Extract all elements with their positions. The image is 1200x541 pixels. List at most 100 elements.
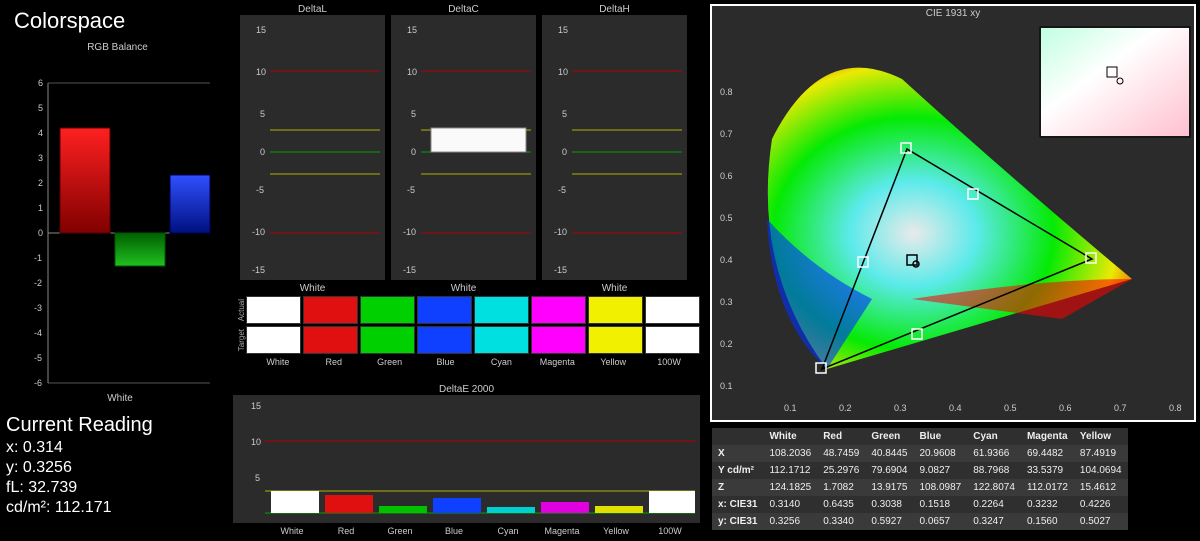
svg-text:0.4: 0.4 [720,255,733,265]
svg-text:10: 10 [256,67,266,77]
svg-text:-5: -5 [256,185,264,195]
svg-text:6: 6 [38,78,43,88]
deltae-label: White [265,526,319,536]
svg-text:0.6: 0.6 [1059,403,1072,413]
svg-text:0.4: 0.4 [949,403,962,413]
deltae-title: DeltaE 2000 [233,384,700,395]
swatch-label: Cyan [475,357,529,367]
svg-text:-2: -2 [34,278,42,288]
cie-title: CIE 1931 xy [712,8,1194,19]
svg-text:0.7: 0.7 [1114,403,1127,413]
swatch-row-actual: Actual [237,299,246,321]
svg-text:0.8: 0.8 [1169,403,1182,413]
svg-text:0: 0 [411,147,416,157]
svg-text:10: 10 [251,437,261,447]
deltah-chart: 15 10 5 0 -5 -10 -15 [542,15,687,280]
svg-text:-15: -15 [403,265,416,275]
svg-text:0.8: 0.8 [720,87,733,97]
deltae-label: Blue [427,526,481,536]
svg-text:5: 5 [411,109,416,119]
table-row: X108.203648.745940.844520.960861.936669.… [712,445,1128,462]
page-title: Colorspace [14,8,125,33]
svg-text:-10: -10 [554,227,567,237]
svg-text:5: 5 [255,473,260,483]
current-reading-title: Current Reading [6,414,153,437]
table-row: Z124.18251.708213.9175108.0987122.807411… [712,479,1128,496]
svg-text:White: White [107,393,133,404]
swatch-label: Magenta [530,357,584,367]
svg-text:-10: -10 [252,227,265,237]
deltal-chart: 15 10 5 0 -5 -10 -15 [240,15,385,280]
svg-text:-1: -1 [34,253,42,263]
svg-text:0.7: 0.7 [720,129,733,139]
deltae-label: Magenta [535,526,589,536]
rgb-bar-blue [170,175,210,233]
table-row: y: CIE310.32560.33400.59270.06570.32470.… [712,513,1128,530]
svg-text:0.6: 0.6 [720,171,733,181]
table-row: Y cd/m²112.171225.297679.69049.082788.79… [712,462,1128,479]
reading-cd: cd/m²: 112.171 [6,499,153,517]
svg-text:-10: -10 [403,227,416,237]
deltae-label: Cyan [481,526,535,536]
svg-text:-3: -3 [34,303,42,313]
swatch-row-target: Target [237,329,246,351]
svg-text:-5: -5 [34,353,42,363]
reading-y: y: 0.3256 [6,459,153,477]
reading-x: x: 0.314 [6,439,153,457]
svg-text:5: 5 [562,109,567,119]
svg-text:0.1: 0.1 [784,403,797,413]
swatch-label: Green [363,357,417,367]
deltae-label: 100W [643,526,697,536]
svg-text:0: 0 [562,147,567,157]
swatch-label: White [251,357,305,367]
svg-text:-15: -15 [554,265,567,275]
svg-text:-5: -5 [407,185,415,195]
svg-text:5: 5 [38,103,43,113]
svg-text:0.1: 0.1 [720,381,733,391]
color-data-table: White Red Green Blue Cyan Magenta Yellow… [712,428,1128,530]
svg-text:0.3: 0.3 [720,297,733,307]
reading-fl: fL: 32.739 [6,479,153,497]
svg-text:0.2: 0.2 [720,339,733,349]
svg-text:-15: -15 [252,265,265,275]
rgb-balance-title: RGB Balance [20,42,215,53]
svg-text:15: 15 [558,25,568,35]
svg-text:0: 0 [38,228,43,238]
swatch-label: Yellow [586,357,640,367]
svg-text:0.5: 0.5 [1004,403,1017,413]
svg-text:10: 10 [558,67,568,77]
svg-text:5: 5 [260,109,265,119]
svg-text:0.5: 0.5 [720,213,733,223]
deltae-label: Green [373,526,427,536]
deltae-label: Red [319,526,373,536]
deltah-title: DeltaH [542,4,687,15]
swatch-label: Blue [419,357,473,367]
cie-chart: 0.1 0.2 0.3 0.4 0.5 0.6 0.7 0.8 0.1 0.2 0.3 0.4… [712,19,1194,417]
svg-text:0.2: 0.2 [839,403,852,413]
svg-text:10: 10 [407,67,417,77]
deltal-title: DeltaL [240,4,385,15]
rgb-bar-green [115,233,165,266]
svg-text:0.3: 0.3 [894,403,907,413]
table-row: x: CIE310.31400.64350.30380.15180.22640.… [712,496,1128,513]
rgb-balance-chart: 654 321 0-1-2 -3-4-5 -6 White [20,53,215,413]
deltac-title: DeltaC [391,4,536,15]
deltae-label: Yellow [589,526,643,536]
svg-text:0: 0 [260,147,265,157]
svg-text:2: 2 [38,178,43,188]
svg-text:15: 15 [251,401,261,411]
swatch-row-actual-colors [246,296,700,324]
swatch-label: Red [307,357,361,367]
svg-text:3: 3 [38,153,43,163]
swatch-row-target-colors [246,326,700,354]
svg-text:4: 4 [38,128,43,138]
svg-text:1: 1 [38,203,43,213]
svg-text:15: 15 [256,25,266,35]
deltac-bar-white [431,128,526,152]
svg-text:-6: -6 [34,378,42,388]
svg-text:15: 15 [407,25,417,35]
deltac-chart: 15 10 5 0 -5 -10 -15 [391,15,536,280]
svg-text:-5: -5 [558,185,566,195]
rgb-bar-red [60,128,110,233]
swatch-label: 100W [642,357,696,367]
